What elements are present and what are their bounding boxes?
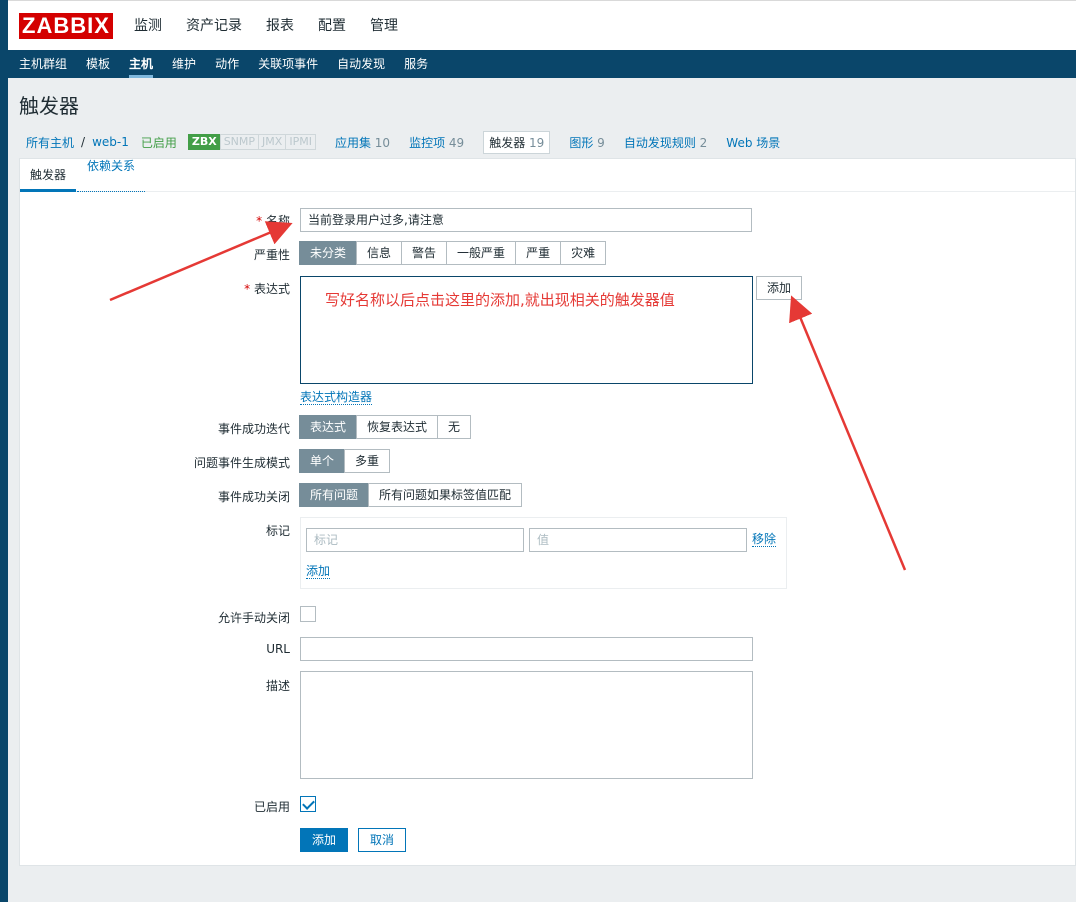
graphs-link[interactable]: 图形: [569, 136, 593, 150]
annotation-text: 写好名称以后点击这里的添加,就出现相关的触发器值: [325, 291, 675, 309]
ok-event-none[interactable]: 无: [437, 415, 472, 439]
severity-high[interactable]: 严重: [515, 241, 562, 265]
url-label: URL: [266, 642, 290, 656]
submenu-host-groups[interactable]: 主机群组: [19, 50, 67, 78]
breadcrumb-graphs[interactable]: 图形 9: [569, 134, 604, 151]
submenu-templates[interactable]: 模板: [86, 50, 110, 78]
submenu-hosts[interactable]: 主机: [129, 50, 154, 78]
triggers-count: 19: [529, 135, 545, 150]
expression-constructor-link[interactable]: 表达式构造器: [300, 390, 373, 405]
breadcrumb-items[interactable]: 监控项 49: [409, 134, 464, 151]
manual-close-checkbox[interactable]: [300, 606, 316, 622]
badge-ipmi: IPMI: [285, 134, 316, 150]
submenu-maintenance[interactable]: 维护: [172, 50, 196, 78]
severity-average[interactable]: 一般严重: [446, 241, 517, 265]
submit-add-button[interactable]: 添加: [300, 828, 349, 852]
url-input[interactable]: [300, 637, 753, 661]
availability-badges: ZBX SNMP JMX IPMI: [187, 134, 316, 150]
tags-label: 标记: [265, 524, 290, 538]
top-bar: ZABBIX 监测 资产记录 报表 配置 管理: [8, 0, 1076, 50]
severity-not-classified[interactable]: 未分类: [299, 241, 358, 265]
badge-snmp: SNMP: [219, 134, 260, 150]
problem-mode-label: 问题事件生成模式: [193, 456, 290, 470]
page-header: 触发器: [8, 78, 1076, 126]
tag-remove-link[interactable]: 移除: [752, 532, 777, 547]
trigger-form-panel: 触发器 依赖关系 * 名称 当前登录用户过多,请注意 严重性 未分类 信息 警告…: [19, 158, 1076, 866]
left-sidebar-strip: [0, 0, 8, 902]
submenu-correlation[interactable]: 关联项事件: [258, 50, 318, 78]
badge-jmx: JMX: [258, 134, 287, 150]
items-link[interactable]: 监控项: [409, 136, 445, 150]
menu-configuration[interactable]: 配置: [318, 1, 346, 51]
description-label: 描述: [265, 679, 290, 693]
name-label-text: 名称: [265, 214, 290, 228]
severity-selector: 未分类 信息 警告 一般严重 严重 灾难: [299, 241, 607, 265]
tab-dependencies[interactable]: 依赖关系: [77, 159, 146, 192]
ok-close-label: 事件成功关闭: [217, 490, 290, 504]
submenu-actions[interactable]: 动作: [215, 50, 239, 78]
enabled-checkbox[interactable]: [300, 796, 316, 812]
form-tabs: 触发器 依赖关系: [20, 159, 1075, 192]
main-menu: 监测 资产记录 报表 配置 管理: [134, 1, 422, 51]
triggers-link[interactable]: 触发器: [489, 136, 525, 150]
breadcrumb-triggers[interactable]: 触发器 19: [483, 130, 551, 154]
menu-administration[interactable]: 管理: [370, 1, 398, 51]
problem-mode-single[interactable]: 单个: [299, 449, 346, 473]
severity-warning[interactable]: 警告: [401, 241, 448, 265]
ok-event-recovery-expression[interactable]: 恢复表达式: [356, 415, 439, 439]
page-title: 触发器: [19, 94, 79, 118]
expression-label: * 表达式: [90, 280, 290, 297]
submenu-services[interactable]: 服务: [404, 50, 428, 78]
breadcrumb-separator: /: [81, 135, 86, 149]
host-status[interactable]: 已启用: [141, 134, 177, 151]
required-marker: *: [244, 282, 254, 296]
ok-close-selector: 所有问题 所有问题如果标签值匹配: [299, 483, 523, 507]
breadcrumb: 所有主机 / web-1 已启用 ZBX SNMP JMX IPMI 应用集 1…: [8, 126, 1076, 158]
tab-trigger[interactable]: 触发器: [20, 159, 77, 192]
ok-close-tag-match[interactable]: 所有问题如果标签值匹配: [368, 483, 523, 507]
expression-label-text: 表达式: [253, 282, 290, 296]
web-link[interactable]: Web 场景: [726, 136, 780, 150]
problem-mode-multiple[interactable]: 多重: [344, 449, 391, 473]
ok-event-expression[interactable]: 表达式: [299, 415, 358, 439]
tag-add-link[interactable]: 添加: [306, 564, 331, 579]
breadcrumb-web[interactable]: Web 场景: [726, 134, 780, 151]
name-label: * 名称: [90, 212, 290, 229]
cancel-button[interactable]: 取消: [358, 828, 407, 852]
ok-close-all[interactable]: 所有问题: [299, 483, 370, 507]
tags-box: 标记 值 移除 添加: [300, 517, 787, 589]
menu-monitoring[interactable]: 监测: [134, 1, 162, 51]
breadcrumb-applications[interactable]: 应用集 10: [335, 134, 390, 151]
description-textarea[interactable]: [300, 671, 753, 779]
submenu-discovery[interactable]: 自动发现: [337, 50, 385, 78]
required-marker: *: [256, 214, 266, 228]
severity-disaster[interactable]: 灾难: [560, 241, 607, 265]
ok-event-generation-selector: 表达式 恢复表达式 无: [299, 415, 472, 439]
items-count: 49: [448, 135, 465, 150]
breadcrumb-host[interactable]: web-1: [92, 135, 129, 149]
name-input[interactable]: 当前登录用户过多,请注意: [300, 208, 752, 232]
applications-count: 10: [374, 135, 391, 150]
breadcrumb-discovery[interactable]: 自动发现规则 2: [624, 134, 707, 151]
tag-name-input[interactable]: 标记: [306, 528, 524, 552]
expression-add-button[interactable]: 添加: [756, 276, 803, 300]
tag-value-input[interactable]: 值: [529, 528, 747, 552]
sub-menu: 主机群组 模板 主机 维护 动作 关联项事件 自动发现 服务: [8, 50, 1076, 78]
menu-reports[interactable]: 报表: [266, 1, 294, 51]
menu-inventory[interactable]: 资产记录: [186, 1, 242, 51]
severity-information[interactable]: 信息: [356, 241, 403, 265]
graphs-count: 9: [597, 135, 605, 150]
discovery-link[interactable]: 自动发现规则: [624, 136, 696, 150]
discovery-count: 2: [699, 135, 708, 150]
manual-close-label: 允许手动关闭: [217, 611, 290, 625]
applications-link[interactable]: 应用集: [335, 136, 371, 150]
ok-event-generation-label: 事件成功迭代: [217, 422, 290, 436]
zabbix-logo[interactable]: ZABBIX: [19, 13, 113, 39]
severity-label: 严重性: [253, 248, 290, 262]
enabled-label: 已启用: [253, 800, 290, 814]
problem-mode-selector: 单个 多重: [299, 449, 391, 473]
breadcrumb-all-hosts[interactable]: 所有主机: [26, 134, 74, 151]
badge-zbx: ZBX: [187, 134, 221, 150]
